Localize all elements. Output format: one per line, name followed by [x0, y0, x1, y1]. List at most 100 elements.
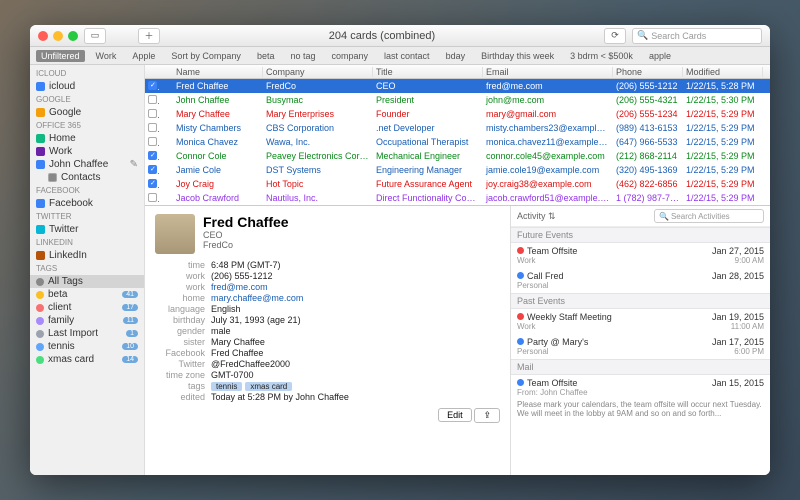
tag-item[interactable]: Last Import1	[30, 327, 144, 340]
edit-button[interactable]: Edit	[438, 408, 472, 422]
checkbox-icon[interactable]	[36, 147, 45, 156]
activity-item[interactable]: Weekly Staff MeetingJan 19, 2015Work11:0…	[511, 309, 770, 334]
tag-dot-icon	[36, 304, 44, 312]
table-row[interactable]: Connor ColePeavey Electronics Corpor...M…	[145, 149, 770, 163]
activity-item[interactable]: Party @ Mary'sJan 17, 2015Personal6:00 P…	[511, 334, 770, 359]
checkbox-icon[interactable]	[36, 225, 45, 234]
row-checkbox[interactable]	[148, 193, 157, 202]
checkbox-icon[interactable]	[36, 160, 45, 169]
sidebar-item[interactable]: LinkedIn	[30, 249, 144, 262]
sidebar-item[interactable]: Google	[30, 106, 144, 119]
tag-dot-icon	[36, 278, 44, 286]
sidebar-item[interactable]: icloud	[30, 80, 144, 93]
field-label: work	[155, 282, 205, 292]
row-checkbox[interactable]	[148, 123, 157, 132]
contacts-table: NameCompanyTitleEmailPhoneModified Fred …	[145, 65, 770, 206]
filter-chip[interactable]: Apple	[127, 50, 160, 62]
column-header[interactable]: Email	[483, 67, 613, 77]
sidebar-item[interactable]: Home	[30, 132, 144, 145]
field-value[interactable]: mary.chaffee@me.com	[211, 293, 303, 303]
table-row[interactable]: Jacob CrawfordNautilus, Inc.Direct Funct…	[145, 191, 770, 205]
sidebar-toggle-button[interactable]: ▭	[84, 28, 106, 44]
tag-item[interactable]: beta41	[30, 288, 144, 301]
activity-item[interactable]: Team OffsiteJan 27, 2015Work9:00 AM	[511, 243, 770, 268]
activity-item[interactable]: Call FredJan 28, 2015Personal	[511, 268, 770, 293]
minimize-icon[interactable]	[53, 31, 63, 41]
filter-chip[interactable]: Unfiltered	[36, 50, 85, 62]
activity-header: Activity	[517, 211, 546, 221]
field-label: gender	[155, 326, 205, 336]
filter-chip[interactable]: apple	[644, 50, 676, 62]
search-activities-input[interactable]: 🔍Search Activities	[654, 209, 764, 223]
column-header[interactable]: Company	[263, 67, 373, 77]
field-value: GMT-0700	[211, 370, 254, 380]
row-checkbox[interactable]	[148, 109, 157, 118]
close-icon[interactable]	[38, 31, 48, 41]
tag-pill[interactable]: xmas card	[245, 382, 292, 391]
filter-chip[interactable]: Sort by Company	[166, 50, 246, 62]
share-button[interactable]: ⇪	[474, 408, 500, 423]
filter-chip[interactable]: last contact	[379, 50, 435, 62]
row-checkbox[interactable]	[148, 165, 157, 174]
sidebar-item[interactable]: Work	[30, 145, 144, 158]
sort-icon[interactable]: ⇅	[548, 211, 556, 221]
filter-chip[interactable]: no tag	[285, 50, 320, 62]
checkbox-icon[interactable]	[36, 134, 45, 143]
row-checkbox[interactable]	[148, 151, 157, 160]
search-cards-input[interactable]: 🔍Search Cards	[632, 28, 762, 44]
filter-chip[interactable]: 3 bdrm < $500k	[565, 50, 638, 62]
table-row[interactable]: Mary ChaffeeMary EnterprisesFoundermary@…	[145, 107, 770, 121]
column-header[interactable]: Title	[373, 67, 483, 77]
sidebar-item[interactable]: Facebook	[30, 197, 144, 210]
field-label: time	[155, 260, 205, 270]
table-row[interactable]: Joy CraigHot TopicFuture Assurance Agent…	[145, 177, 770, 191]
search-icon: 🔍	[637, 30, 648, 41]
sidebar-item[interactable]: John Chaffee✎	[30, 158, 144, 171]
tag-item[interactable]: client17	[30, 301, 144, 314]
checkbox-icon[interactable]	[36, 108, 45, 117]
row-checkbox[interactable]	[148, 81, 157, 90]
field-value: (206) 555-1212	[211, 271, 273, 281]
filter-chip[interactable]: beta	[252, 50, 280, 62]
column-header[interactable]: Name	[173, 67, 263, 77]
add-button[interactable]: ＋	[138, 28, 160, 44]
tag-pill[interactable]: tennis	[211, 382, 242, 391]
sidebar-item[interactable]: Twitter	[30, 223, 144, 236]
edit-icon[interactable]: ✎	[130, 159, 138, 170]
table-row[interactable]: Monica ChavezWawa, Inc.Occupational Ther…	[145, 135, 770, 149]
checkbox-icon[interactable]	[36, 82, 45, 91]
filter-chip[interactable]: bday	[441, 50, 471, 62]
sidebar-section-header: TAGS	[30, 262, 144, 275]
sidebar-item[interactable]: Contacts	[30, 171, 144, 184]
tag-item[interactable]: All Tags	[30, 275, 144, 288]
column-header[interactable]: Phone	[613, 67, 683, 77]
zoom-icon[interactable]	[68, 31, 78, 41]
checkbox-icon[interactable]	[36, 251, 45, 260]
table-row[interactable]: Fred ChaffeeFredCoCEOfred@me.com(206) 55…	[145, 79, 770, 93]
tag-item[interactable]: family11	[30, 314, 144, 327]
field-label: home	[155, 293, 205, 303]
table-row[interactable]: Jamie ColeDST SystemsEngineering Manager…	[145, 163, 770, 177]
filter-chip[interactable]: Work	[91, 50, 122, 62]
field-value[interactable]: fred@me.com	[211, 282, 268, 292]
row-checkbox[interactable]	[148, 95, 157, 104]
field-label: language	[155, 304, 205, 314]
row-checkbox[interactable]	[148, 137, 157, 146]
checkbox-icon[interactable]	[36, 199, 45, 208]
table-row[interactable]: Misty ChambersCBS Corporation.net Develo…	[145, 121, 770, 135]
column-header[interactable]: Modified	[683, 67, 763, 77]
row-checkbox[interactable]	[148, 179, 157, 188]
activity-item[interactable]: Team OffsiteJan 15, 2015From: John Chaff…	[511, 375, 770, 400]
event-dot-icon	[517, 313, 524, 320]
refresh-button[interactable]: ⟳	[604, 28, 626, 44]
table-row[interactable]: John ChaffeeBusymacPresidentjohn@me.com(…	[145, 93, 770, 107]
filter-chip[interactable]: Birthday this week	[476, 50, 559, 62]
checkbox-icon[interactable]	[48, 173, 57, 182]
filter-chip[interactable]: company	[327, 50, 374, 62]
sidebar-section-header: ICLOUD	[30, 67, 144, 80]
tag-item[interactable]: xmas card14	[30, 353, 144, 366]
field-label: Facebook	[155, 348, 205, 358]
field-label: sister	[155, 337, 205, 347]
search-icon: 🔍	[659, 212, 669, 221]
tag-item[interactable]: tennis10	[30, 340, 144, 353]
